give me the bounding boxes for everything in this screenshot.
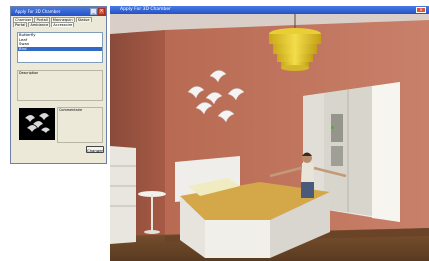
tab-portal[interactable]: Portal (13, 22, 28, 27)
comments-label: Commentaire (59, 108, 83, 112)
tab-accessoire[interactable]: Accessoire (51, 22, 75, 27)
left-cabinet (110, 146, 136, 244)
tab-ambiance[interactable]: Ambiance (28, 22, 51, 27)
object-listbox[interactable]: Butterfly Leaf Swan Bird (17, 32, 103, 63)
close-icon[interactable]: × (98, 8, 105, 15)
view-title: Apply For 3D Chamber (120, 7, 171, 12)
list-item-selected[interactable]: Bird (18, 46, 102, 52)
close-icon[interactable]: × (416, 7, 426, 13)
minimize-icon[interactable]: _ (90, 8, 97, 15)
object-panel-window: Apply For 3D Chamber _ × Chamber Portail… (10, 6, 107, 164)
view-titlebar[interactable]: Apply For 3D Chamber × (110, 6, 429, 14)
preview-thumbnail (19, 108, 55, 140)
panel-titlebar[interactable]: Apply For 3D Chamber _ × (11, 7, 106, 16)
change-button[interactable]: Changer (86, 146, 104, 153)
description-label: Description (19, 71, 39, 75)
comments-box (57, 107, 103, 143)
swan-preview-icon (25, 113, 50, 133)
3d-view-window[interactable]: Apply For 3D Chamber × (110, 6, 429, 261)
tab-statue[interactable]: Statue (75, 17, 92, 22)
room-scene (110, 14, 429, 261)
panel-title: Apply For 3D Chamber (15, 9, 61, 14)
